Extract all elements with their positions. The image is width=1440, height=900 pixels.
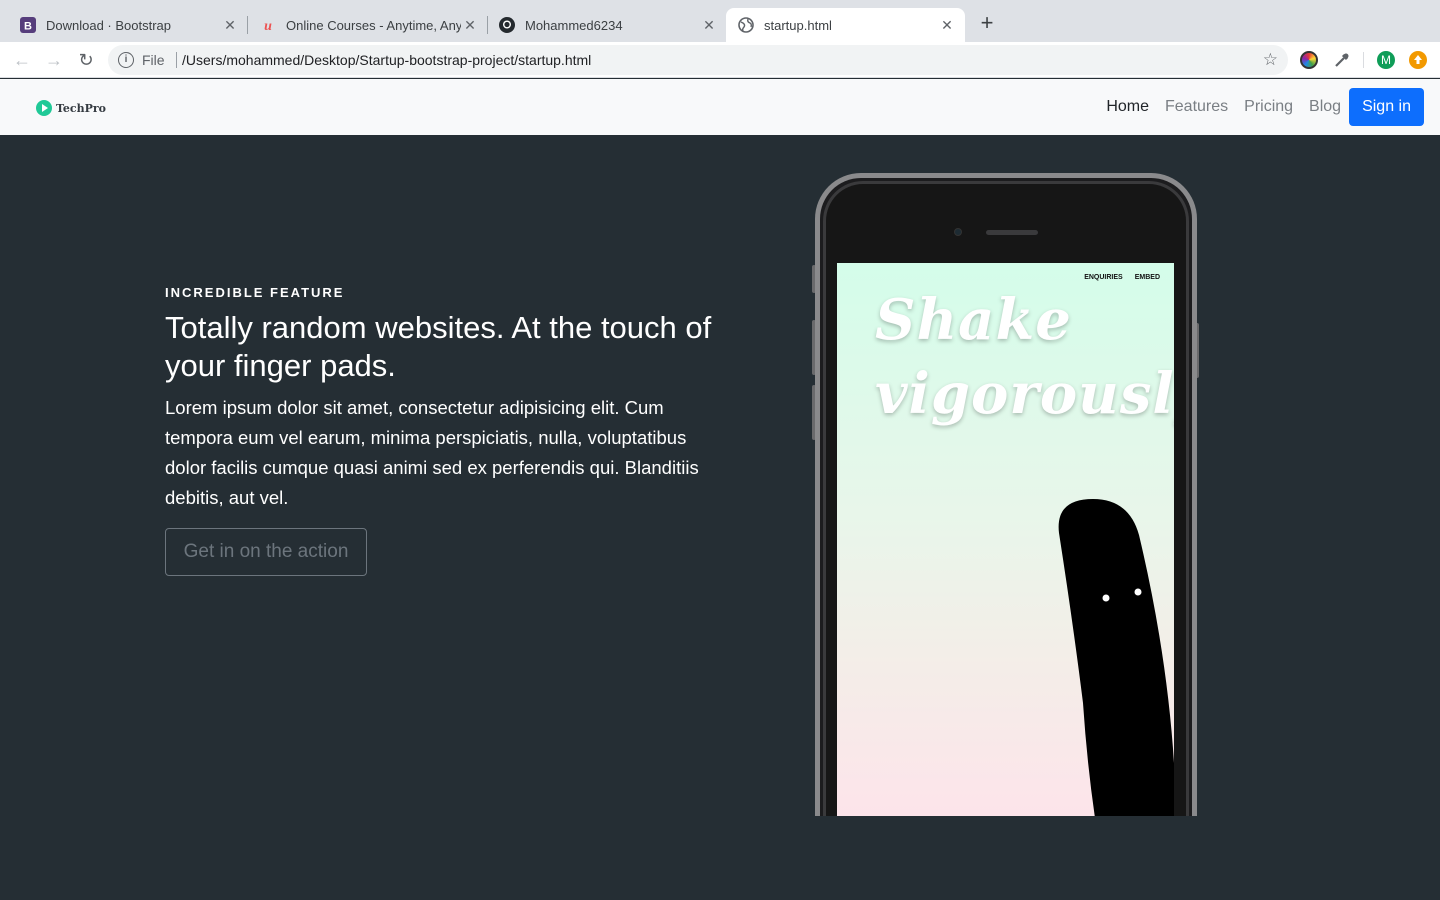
back-icon[interactable]: ← <box>12 50 32 70</box>
tab-startup[interactable]: startup.html ✕ <box>726 8 965 42</box>
tab-title: Download · Bootstrap <box>46 17 172 33</box>
phone-screen: ENQUIRIES EMBED Shake vigorously <box>837 263 1174 816</box>
bootstrap-icon: B <box>20 17 36 33</box>
close-icon[interactable]: ✕ <box>462 17 478 33</box>
cta-button[interactable]: Get in on the action <box>165 528 367 576</box>
udemy-icon: u <box>260 17 276 33</box>
close-icon[interactable]: ✕ <box>939 17 955 33</box>
url-text[interactable]: /Users/mohammed/Desktop/Startup-bootstra… <box>182 52 591 68</box>
brand-name: TechPro <box>56 101 107 115</box>
hero-lead: Lorem ipsum dolor sit amet, consectetur … <box>165 397 699 508</box>
address-bar[interactable]: i File /Users/mohammed/Desktop/Startup-b… <box>108 45 1288 75</box>
phone-camera <box>954 228 962 236</box>
hero-section: INCREDIBLE FEATURE Totally random websit… <box>0 135 1440 900</box>
update-icon[interactable] <box>1409 51 1427 69</box>
color-extension-icon[interactable] <box>1300 51 1318 69</box>
nav-link-pricing[interactable]: Pricing <box>1244 87 1293 127</box>
scheme-label: File <box>142 52 165 68</box>
new-tab-button[interactable]: + <box>977 12 997 34</box>
browser-tab-strip: B Download · Bootstrap ✕ u Online Course… <box>0 0 1440 42</box>
browser-toolbar: ← → ↻ i File /Users/mohammed/Desktop/Sta… <box>0 42 1440 78</box>
globe-icon <box>738 17 754 33</box>
tab-bootstrap[interactable]: B Download · Bootstrap ✕ <box>8 8 248 42</box>
reload-icon[interactable]: ↻ <box>76 50 96 70</box>
play-icon <box>36 100 52 116</box>
nav-link-features[interactable]: Features <box>1165 87 1228 127</box>
nav-link-home[interactable]: Home <box>1106 87 1149 127</box>
tab-title: startup.html <box>764 17 832 33</box>
phone-speaker <box>986 230 1038 235</box>
tab-udemy[interactable]: u Online Courses - Anytime, Anywhere ✕ <box>248 8 488 42</box>
close-icon[interactable]: ✕ <box>701 17 717 33</box>
hero-eyebrow: INCREDIBLE FEATURE <box>165 285 345 300</box>
hero-headline: Totally random websites. At the touch of… <box>165 310 712 383</box>
tab-title: Online Courses - Anytime, Anywhere <box>286 17 461 33</box>
sign-in-button[interactable]: Sign in <box>1349 88 1424 126</box>
toolbar-divider <box>1363 52 1364 68</box>
brand-logo[interactable]: TechPro <box>36 100 106 116</box>
tab-title: Mohammed6234 <box>525 17 623 33</box>
info-icon[interactable]: i <box>118 52 134 68</box>
github-icon <box>499 17 515 33</box>
tab-github[interactable]: Mohammed6234 ✕ <box>487 8 727 42</box>
site-navbar: TechPro Home Features Pricing Blog Sign … <box>0 79 1440 135</box>
close-icon[interactable]: ✕ <box>222 17 238 33</box>
bookmark-star-icon[interactable]: ☆ <box>1263 50 1278 70</box>
omnibox-divider <box>176 52 177 68</box>
nav-link-blog[interactable]: Blog <box>1309 87 1341 127</box>
forward-icon[interactable]: → <box>44 50 64 70</box>
profile-avatar[interactable]: M <box>1377 51 1395 69</box>
svg-text:B: B <box>24 21 32 33</box>
eyedropper-icon[interactable] <box>1333 51 1351 69</box>
phone-mockup: ENQUIRIES EMBED Shake vigorously <box>815 173 1197 816</box>
nav-links: Home Features Pricing Blog Sign in <box>1106 87 1424 127</box>
svg-text:u: u <box>264 19 272 33</box>
blob-character-illustration <box>1058 499 1174 816</box>
